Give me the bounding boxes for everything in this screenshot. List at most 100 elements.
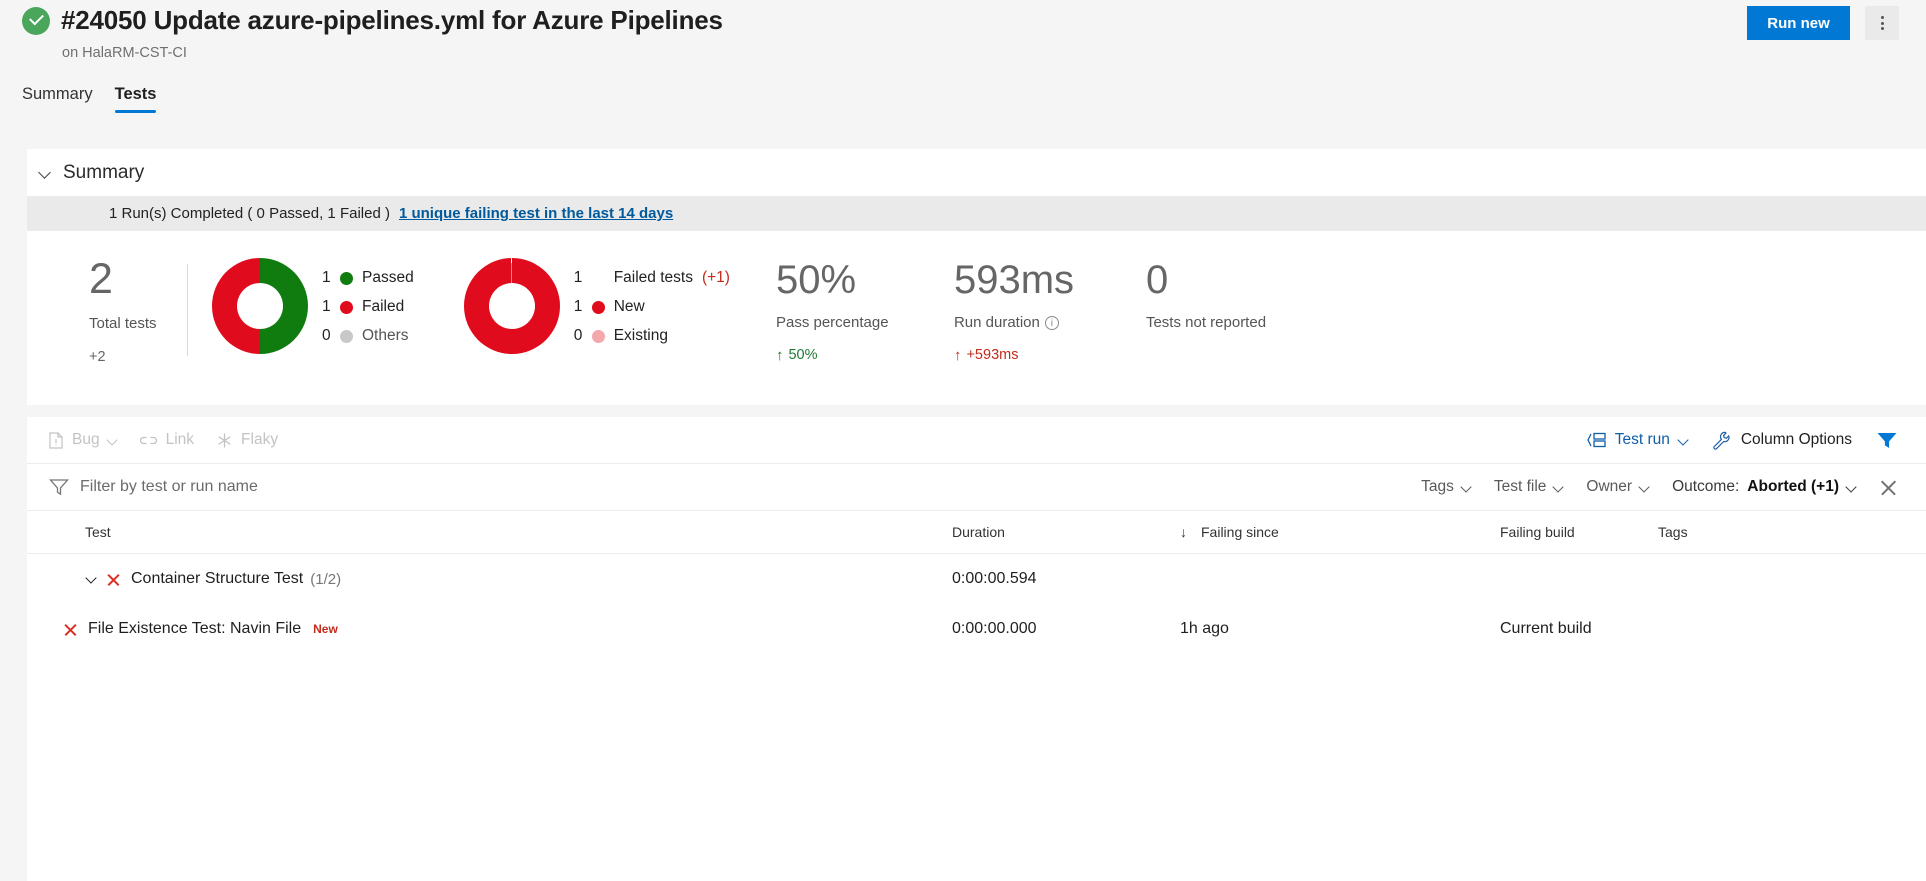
- tab-tests[interactable]: Tests: [115, 85, 157, 113]
- filter-funnel-icon: [1876, 431, 1898, 450]
- passed-dot-icon: [340, 272, 353, 285]
- summary-section-label: Summary: [63, 162, 144, 184]
- cell-duration: 0:00:00.000: [952, 620, 1180, 638]
- flaky-asterisk-icon: [216, 432, 233, 449]
- filter-row: Filter by test or run name Tags Test fil…: [27, 464, 1926, 511]
- table-row[interactable]: Container Structure Test (1/2) 0:00:00.5…: [27, 554, 1926, 604]
- legend-count-failed-tests: 1: [574, 269, 583, 287]
- legend-item-passed: 1 Passed: [322, 269, 414, 287]
- column-header-failing-build[interactable]: Failing build: [1500, 524, 1658, 540]
- more-vertical-icon[interactable]: [1865, 6, 1899, 40]
- flaky-label: Flaky: [241, 431, 278, 449]
- test-name[interactable]: Container Structure Test: [131, 570, 303, 588]
- toolbar-left-actions: Bug Link Flaky: [27, 431, 278, 449]
- metric-pass-percentage: 50% Pass percentage ↑ 50%: [776, 258, 954, 363]
- pass-percentage-trend: ↑ 50%: [776, 347, 954, 363]
- toolbar-right-actions: Test run Column Options: [1587, 431, 1926, 450]
- unique-failing-test-link[interactable]: 1 unique failing test in the last 14 day…: [399, 205, 673, 222]
- chevron-down-icon[interactable]: [39, 166, 52, 179]
- filter-owner[interactable]: Owner: [1586, 478, 1649, 496]
- link-chain-icon: [139, 433, 158, 447]
- link-button[interactable]: Link: [139, 431, 194, 449]
- outcome-donut-group: 1 Passed 1 Failed 0 Others: [212, 258, 414, 354]
- total-tests-value: 2: [89, 258, 187, 301]
- run-new-button[interactable]: Run new: [1747, 6, 1850, 40]
- search-input-placeholder: Filter by test or run name: [80, 478, 258, 496]
- legend-label-failed-tests: Failed tests: [614, 269, 693, 287]
- run-duration-value: 593ms: [954, 260, 1146, 300]
- legend-item-existing: 0 Existing: [574, 327, 730, 345]
- chevron-down-icon-tags[interactable]: [1462, 483, 1471, 492]
- column-header-failing-since[interactable]: ↓ Failing since: [1180, 524, 1500, 540]
- chevron-down-icon-owner[interactable]: [1640, 483, 1649, 492]
- legend-item-others: 0 Others: [322, 327, 414, 345]
- outcome-legend: 1 Passed 1 Failed 0 Others: [322, 267, 414, 345]
- tab-summary[interactable]: Summary: [22, 85, 93, 113]
- legend-label-existing: Existing: [614, 327, 668, 345]
- page-header: #24050 Update azure-pipelines.yml for Az…: [0, 0, 1926, 79]
- test-run-label: Test run: [1615, 431, 1670, 449]
- cell-failing-build: Current build: [1500, 620, 1658, 638]
- metric-total-tests: 2 Total tests +2: [27, 258, 187, 365]
- table-row[interactable]: File Existence Test: Navin File New 0:00…: [27, 604, 1926, 654]
- filter-outcome-value: Aborted (+1): [1747, 478, 1839, 496]
- failed-x-icon: [106, 572, 121, 587]
- legend-item-failed: 1 Failed: [322, 298, 414, 316]
- not-reported-value: 0: [1146, 260, 1266, 300]
- link-label: Link: [166, 431, 194, 449]
- chevron-down-icon-test-run[interactable]: [1679, 436, 1688, 445]
- others-dot-icon: [340, 330, 353, 343]
- column-options-label: Column Options: [1741, 431, 1852, 449]
- close-icon[interactable]: [1879, 478, 1898, 497]
- divider: [187, 264, 188, 356]
- wrench-icon: [1712, 431, 1732, 450]
- failed-dot-icon: [340, 301, 353, 314]
- failure-legend: 1 Failed tests (+1) 1 New 0 Existing: [574, 267, 730, 345]
- legend-item-new: 1 New: [574, 298, 730, 316]
- test-name[interactable]: File Existence Test: Navin File: [88, 620, 301, 638]
- filter-outcome[interactable]: Outcome: Aborted (+1): [1672, 478, 1856, 496]
- run-duration-trend-value: +593ms: [966, 347, 1018, 363]
- summary-metrics: 2 Total tests +2 1 Passed 1 F: [27, 231, 1926, 405]
- test-results-table: Test Duration ↓ Failing since Failing bu…: [27, 511, 1926, 881]
- header-title-row: #24050 Update azure-pipelines.yml for Az…: [22, 5, 723, 36]
- status-badge: New: [313, 622, 338, 636]
- cell-duration: 0:00:00.594: [952, 570, 1180, 588]
- filter-toggle-button[interactable]: [1876, 431, 1898, 450]
- legend-label-new: New: [614, 298, 645, 316]
- bug-file-icon: [49, 432, 64, 449]
- chevron-down-icon-outcome[interactable]: [1847, 483, 1856, 492]
- bug-label: Bug: [72, 431, 100, 449]
- bug-button[interactable]: Bug: [49, 431, 117, 449]
- legend-label-failed: Failed: [362, 298, 404, 316]
- info-circle-icon[interactable]: i: [1045, 316, 1059, 330]
- filter-tags[interactable]: Tags: [1421, 478, 1471, 496]
- arrow-up-icon-duration: ↑: [954, 348, 962, 363]
- column-header-duration[interactable]: Duration: [952, 524, 1180, 540]
- page-tabs: Summary Tests: [22, 85, 156, 113]
- legend-count-new: 1: [574, 298, 583, 316]
- legend-item-failed-tests: 1 Failed tests (+1): [574, 269, 730, 287]
- cell-test-name-child: File Existence Test: Navin File New: [27, 620, 952, 638]
- metric-run-duration: 593ms Run durationi ↑ +593ms: [954, 258, 1146, 363]
- chevron-down-icon-row[interactable]: [85, 572, 99, 586]
- chevron-down-icon-test-file[interactable]: [1554, 483, 1563, 492]
- table-header-row: Test Duration ↓ Failing since Failing bu…: [27, 511, 1926, 554]
- filter-test-file[interactable]: Test file: [1494, 478, 1564, 496]
- test-results-page: #24050 Update azure-pipelines.yml for Az…: [0, 0, 1926, 881]
- search-input[interactable]: Filter by test or run name: [27, 478, 258, 496]
- chevron-down-icon-bug[interactable]: [108, 436, 117, 445]
- test-run-grouping-button[interactable]: Test run: [1587, 431, 1688, 449]
- filter-funnel-icon-search: [49, 478, 69, 496]
- column-options-button[interactable]: Column Options: [1712, 431, 1852, 450]
- legend-delta-failed-tests: (+1): [702, 269, 730, 287]
- column-header-tags[interactable]: Tags: [1658, 524, 1798, 540]
- filter-outcome-label: Outcome:: [1672, 478, 1739, 496]
- summary-section-header[interactable]: Summary: [27, 149, 1926, 196]
- total-tests-caption: Total tests: [89, 315, 187, 332]
- flaky-button[interactable]: Flaky: [216, 431, 278, 449]
- run-status-text: 1 Run(s) Completed ( 0 Passed, 1 Failed …: [109, 205, 390, 222]
- column-header-test[interactable]: Test: [27, 524, 952, 540]
- not-reported-caption: Tests not reported: [1146, 314, 1266, 331]
- outcome-donut-chart: [212, 258, 308, 354]
